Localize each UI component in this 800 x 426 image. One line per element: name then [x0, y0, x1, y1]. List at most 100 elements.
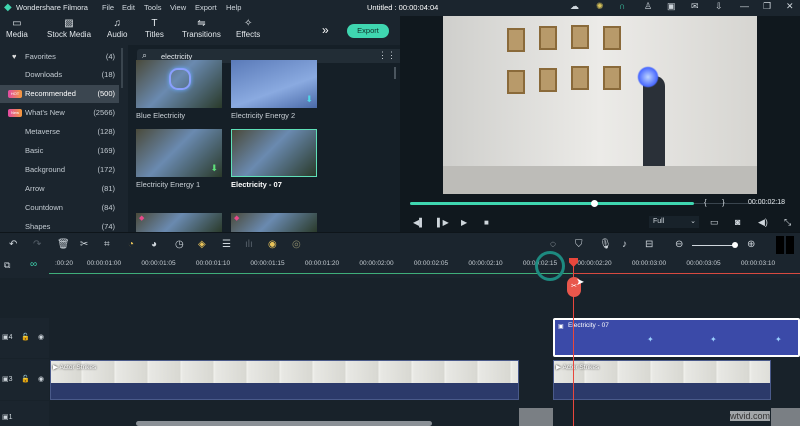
headset-icon[interactable]: ∩: [619, 1, 625, 11]
tab-effects[interactable]: ✧ Effects: [236, 18, 260, 39]
download-icon[interactable]: ⇩: [715, 1, 723, 12]
video-clip-actor-strikes[interactable]: ▶ Actor Strikes: [553, 360, 771, 400]
audio-mixer-icon[interactable]: ♪: [622, 239, 627, 250]
speed-icon[interactable]: ◔: [128, 239, 134, 250]
playback-progress[interactable]: [410, 202, 694, 205]
more-chevron-icon[interactable]: »: [322, 23, 329, 37]
grid-view-icon[interactable]: ⋮⋮: [378, 50, 396, 61]
progress-handle[interactable]: [591, 200, 598, 207]
menu-tools[interactable]: Tools: [144, 3, 162, 12]
undo-icon[interactable]: ↶: [9, 239, 17, 250]
zoom-out-icon[interactable]: ⊖: [675, 239, 683, 250]
timer-icon[interactable]: ◷: [175, 239, 184, 250]
zoom-in-icon[interactable]: ⊕: [747, 239, 755, 250]
sidebar-item-metaverse[interactable]: Metaverse (128): [0, 123, 119, 141]
effect-clip-electricity-07[interactable]: ▣ Electricity - 07 ✦ ✦ ✦: [553, 318, 800, 357]
delete-icon[interactable]: 🗑: [57, 239, 70, 250]
mark-in-button[interactable]: {: [704, 198, 707, 207]
quality-select[interactable]: Full ⌄: [649, 216, 699, 228]
menu-view[interactable]: View: [170, 3, 186, 12]
export-button[interactable]: Export: [347, 24, 389, 38]
close-icon[interactable]: ✕: [786, 1, 794, 12]
display-icon[interactable]: ▭: [710, 217, 719, 228]
sidebar-item-countdown[interactable]: Countdown (84): [0, 199, 119, 217]
effect-thumbnail-electricity-07[interactable]: [231, 129, 317, 177]
zoom-slider[interactable]: [692, 245, 736, 246]
keyframe-icon[interactable]: ◈: [198, 239, 206, 250]
fit-timeline-icon[interactable]: ⊟: [645, 239, 653, 250]
adjust-icon[interactable]: ☰: [222, 239, 231, 250]
tab-stock-media[interactable]: ▨ Stock Media: [47, 18, 91, 39]
marker-icon[interactable]: ⛉: [575, 239, 583, 250]
previous-frame-icon[interactable]: ◀▌: [413, 218, 425, 227]
audio-split-icon[interactable]: ılı: [245, 239, 253, 250]
effect-thumbnail-electricity-energy-2[interactable]: ⬇: [231, 60, 317, 108]
volume-icon[interactable]: ◀): [758, 217, 768, 228]
snapshot-icon[interactable]: ◙: [735, 217, 740, 227]
lock-icon[interactable]: 🔓: [21, 375, 30, 383]
menu-help[interactable]: Help: [226, 3, 241, 12]
zoom-slider-handle[interactable]: [732, 242, 738, 248]
eye-icon[interactable]: ◉: [38, 333, 44, 341]
effect-thumbnail[interactable]: ◆: [231, 213, 317, 232]
panel-toggle[interactable]: [776, 236, 784, 254]
panel-toggle[interactable]: [786, 236, 794, 254]
mark-out-button[interactable]: }: [722, 198, 725, 207]
fullscreen-icon[interactable]: ⤡: [784, 217, 791, 228]
render-preview-icon[interactable]: ◌: [550, 239, 556, 250]
transition-clip[interactable]: [519, 408, 553, 426]
cloud-icon[interactable]: ☁: [570, 1, 579, 12]
lock-icon[interactable]: 🔓: [21, 333, 30, 341]
transition-icon: ⇋: [197, 18, 206, 29]
next-frame-icon[interactable]: ▌▶: [437, 218, 449, 227]
microphone-icon[interactable]: 🎙: [599, 239, 612, 250]
effect-thumbnail-blue-electricity[interactable]: [136, 60, 222, 108]
eye-icon[interactable]: ◉: [38, 375, 44, 383]
color-icon[interactable]: ◕: [151, 239, 157, 250]
link-icon[interactable]: ∞: [30, 259, 37, 270]
transition-clip[interactable]: [771, 408, 800, 426]
tab-titles[interactable]: T Titles: [145, 18, 164, 39]
sidebar-item-recommended[interactable]: HOT Recommended (500): [0, 85, 119, 103]
timeline-horizontal-scrollbar[interactable]: [136, 421, 432, 426]
play-icon[interactable]: ▶: [461, 218, 467, 227]
save-icon[interactable]: ▣: [667, 1, 676, 12]
cut-icon[interactable]: ✂: [80, 239, 88, 250]
tab-media[interactable]: ▭ Media: [6, 18, 28, 39]
sidebar-item-whats-new[interactable]: New What's New (2566): [0, 104, 119, 122]
minimize-icon[interactable]: —: [740, 1, 749, 11]
redo-icon[interactable]: ↷: [33, 239, 41, 250]
tab-audio[interactable]: ♫ Audio: [107, 18, 127, 39]
menu-edit[interactable]: Edit: [122, 3, 135, 12]
timeline-ruler[interactable]: ⧉ ∞ :00:20 00:00:01:00 00:00:01:05 00:00:01…: [0, 256, 800, 278]
menu-file[interactable]: File: [102, 3, 114, 12]
ruler-label: 00:00:02:20: [577, 260, 612, 267]
sidebar-item-downloads[interactable]: Downloads (18): [0, 66, 119, 84]
tab-transitions[interactable]: ⇋ Transitions: [182, 18, 221, 39]
download-icon[interactable]: ⬇: [305, 94, 313, 105]
sidebar-scrollbar[interactable]: [121, 48, 123, 88]
sidebar-item-basic[interactable]: Basic (169): [0, 142, 119, 160]
auto-reframe-icon[interactable]: ◎: [292, 239, 301, 250]
music-icon: ♫: [113, 18, 121, 29]
account-icon[interactable]: ♙: [644, 1, 652, 12]
effect-thumbnail[interactable]: ◆: [136, 213, 222, 232]
sidebar-item-background[interactable]: Background (172): [0, 161, 119, 179]
download-icon[interactable]: ⬇: [210, 163, 218, 174]
effect-name: Electricity Energy 2: [231, 111, 296, 120]
media-scrollbar[interactable]: [394, 67, 396, 79]
stabilize-icon[interactable]: ◉: [268, 239, 277, 250]
sidebar-item-favorites[interactable]: ♥ Favorites (4): [0, 48, 119, 66]
mail-icon[interactable]: ✉: [691, 1, 699, 12]
add-track-icon[interactable]: ⧉: [4, 260, 10, 271]
restore-icon[interactable]: ❐: [763, 1, 771, 12]
lightbulb-icon[interactable]: ✺: [596, 1, 604, 12]
menu-export[interactable]: Export: [195, 3, 217, 12]
new-badge: New: [8, 109, 22, 117]
stop-icon[interactable]: ■: [484, 218, 489, 227]
crop-icon[interactable]: ⌗: [104, 239, 110, 250]
track-4-header: ▣4 🔓 ◉: [0, 318, 49, 358]
sidebar-item-arrow[interactable]: Arrow (81): [0, 180, 119, 198]
effect-thumbnail-electricity-energy-1[interactable]: ⬇: [136, 129, 222, 177]
video-clip-actor-strikes[interactable]: ▶ Actor Strikes: [50, 360, 519, 400]
